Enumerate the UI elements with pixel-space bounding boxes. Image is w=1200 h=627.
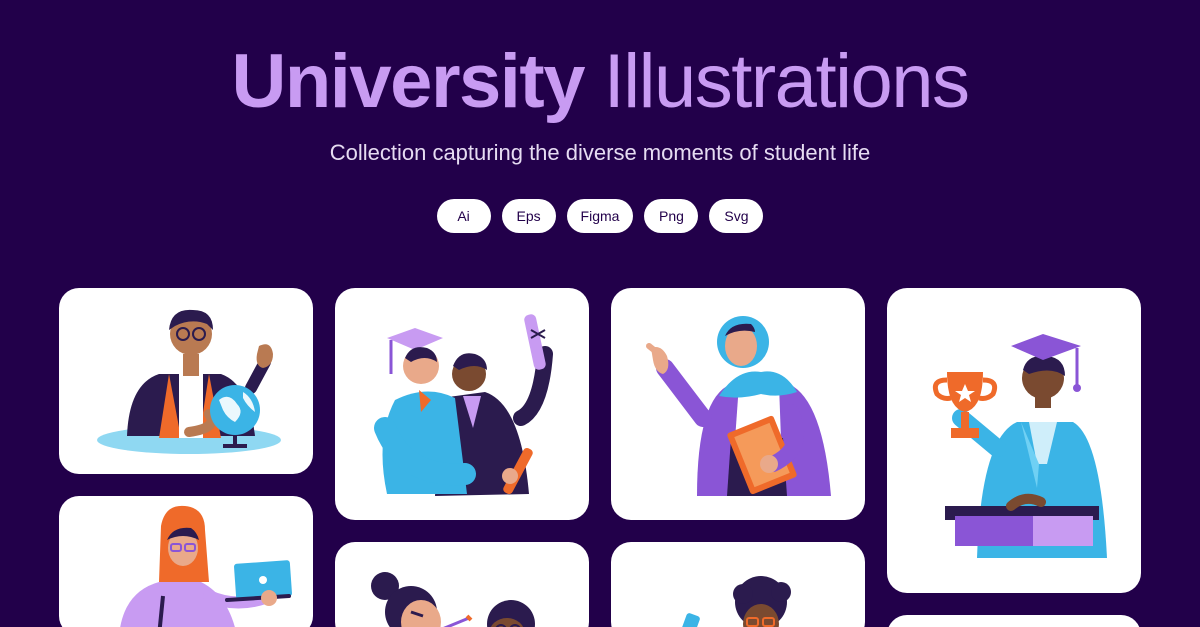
professor-with-globe-illustration bbox=[97, 309, 281, 454]
title-bold: University bbox=[231, 39, 585, 124]
format-tag-png[interactable]: Png bbox=[644, 199, 699, 233]
graduates-celebrating-illustration bbox=[374, 314, 553, 496]
format-tag-ai[interactable]: Ai bbox=[436, 199, 491, 233]
illustration-card-graduates[interactable] bbox=[335, 288, 589, 520]
page-title: University Illustrations bbox=[0, 38, 1200, 125]
page-subtitle: Collection capturing the diverse moments… bbox=[329, 140, 871, 165]
illustration-card-partial[interactable] bbox=[887, 615, 1141, 627]
illustration-card-professor[interactable] bbox=[59, 288, 313, 474]
format-tag-svg[interactable]: Svg bbox=[709, 199, 764, 233]
illustration-card-laptop[interactable] bbox=[59, 496, 313, 627]
students-studying-illustration bbox=[371, 572, 535, 627]
format-tag-eps[interactable]: Eps bbox=[501, 199, 556, 233]
illustration-card-teacher[interactable] bbox=[611, 288, 865, 520]
format-tags: Ai Eps Figma Png Svg bbox=[0, 199, 1200, 233]
illustration-card-trophy[interactable] bbox=[887, 288, 1141, 593]
format-tag-figma[interactable]: Figma bbox=[566, 199, 634, 233]
teacher-in-hijab-illustration bbox=[646, 316, 831, 496]
illustration-card-studying[interactable] bbox=[335, 542, 589, 627]
title-light: Illustrations bbox=[603, 39, 970, 124]
student-with-phone-illustration bbox=[680, 576, 791, 627]
student-with-laptop-illustration bbox=[120, 505, 292, 627]
graduate-with-trophy-illustration bbox=[932, 334, 1107, 558]
illustration-card-phone[interactable] bbox=[611, 542, 865, 627]
